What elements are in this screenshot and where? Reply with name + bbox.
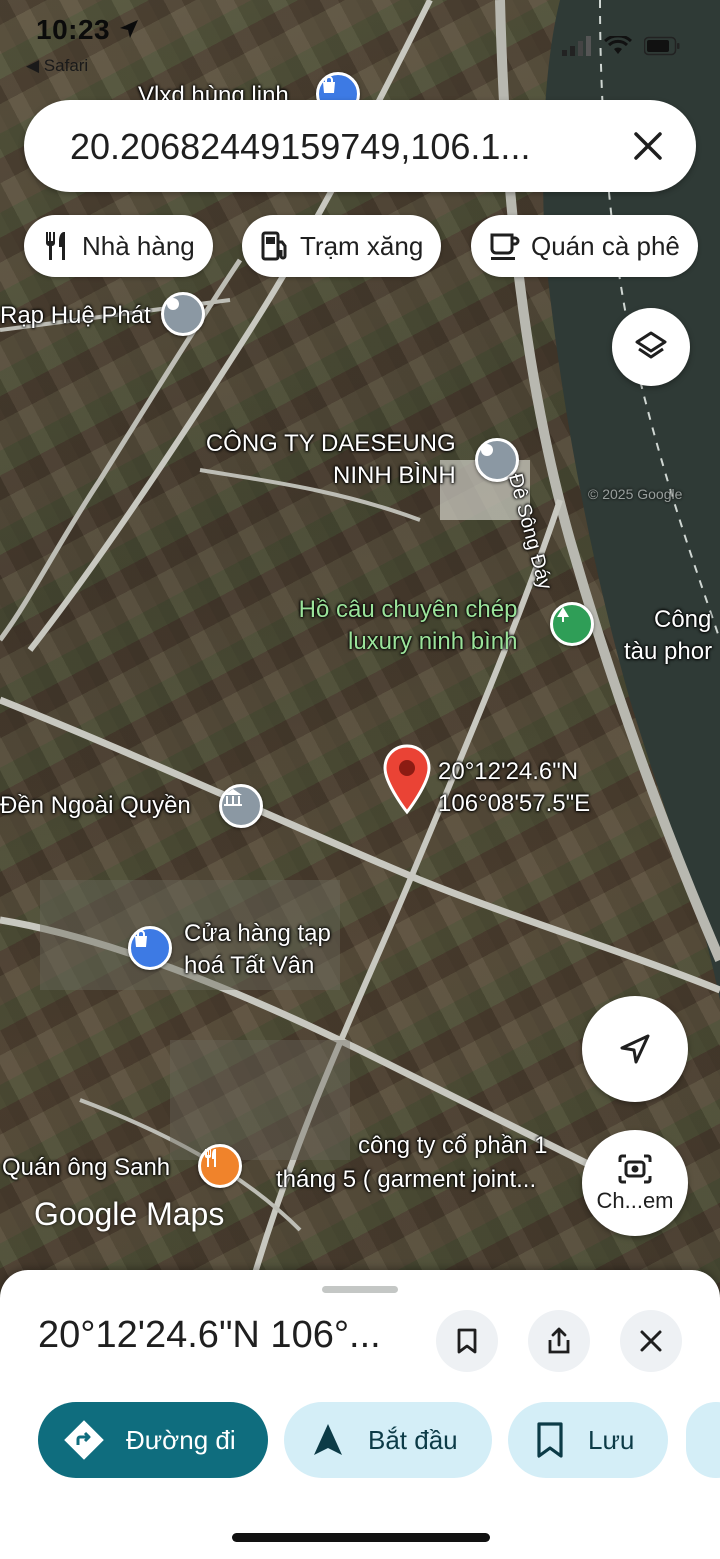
fork-knife-icon xyxy=(46,232,65,260)
cellular-signal-icon xyxy=(562,36,591,56)
temple-icon[interactable] xyxy=(219,784,263,828)
tree-icon[interactable] xyxy=(550,602,594,646)
chip-label: Nhà hàng xyxy=(82,230,195,261)
chip-gas-stations[interactable]: Trạm xăng xyxy=(242,215,442,277)
my-location-button[interactable] xyxy=(582,996,688,1102)
place-bottom-sheet[interactable]: 20°12'24.6"N 106°... Đường đi Bắt đầu Lư… xyxy=(0,1270,720,1559)
layers-icon xyxy=(635,331,667,359)
restaurant-icon[interactable] xyxy=(198,1144,242,1188)
lens-label: Ch...em xyxy=(596,1188,674,1213)
map-watermark: © 2025 Google xyxy=(588,486,683,502)
map-label-cong[interactable]: Công tàu phor xyxy=(624,604,712,668)
map-label-hocau-line2: luxury ninh bình xyxy=(348,628,518,655)
shopping-bag-icon[interactable] xyxy=(128,926,172,970)
location-arrow-icon xyxy=(120,20,138,38)
status-icons xyxy=(562,36,680,56)
map-label-hocau[interactable]: Hồ câu chuyên chép luxury ninh bình xyxy=(290,594,518,658)
maps-wordmark: Maps xyxy=(146,1196,225,1232)
start-button[interactable]: Bắt đầu xyxy=(284,1402,492,1478)
wifi-icon xyxy=(604,36,632,54)
map-label-hocau-line1: Hồ câu chuyên chép xyxy=(298,596,518,623)
back-label: Safari xyxy=(43,56,89,75)
dropped-pin-icon[interactable] xyxy=(382,744,432,816)
location-arrow-icon xyxy=(620,1034,650,1064)
share-icon xyxy=(548,1327,570,1354)
sheet-drag-handle[interactable] xyxy=(322,1286,398,1293)
chip-coffee[interactable]: Quán cà phê xyxy=(471,215,698,277)
pin-latitude: 20°12'24.6"N xyxy=(438,758,579,785)
map-label-daeseung-line1: CÔNG TY DAESEUNG xyxy=(205,430,456,457)
status-bar: 10:23 ◀ Safari xyxy=(0,0,720,90)
map-label-congty[interactable]: công ty cổ phần 1 xyxy=(358,1130,547,1162)
lens-button[interactable]: Ch...em xyxy=(582,1130,688,1236)
close-icon[interactable] xyxy=(630,128,666,164)
more-actions-button[interactable] xyxy=(686,1402,720,1478)
save-label: Lưu xyxy=(588,1424,635,1455)
gas-station-icon xyxy=(261,231,287,261)
pin-longitude: 106°08'57.5"E xyxy=(438,790,591,817)
sheet-title: 20°12'24.6"N 106°... xyxy=(38,1314,381,1356)
chip-label: Quán cà phê xyxy=(531,230,680,261)
map-label-cong-line2: tàu phor xyxy=(624,638,713,665)
map-label-congty-line2: tháng 5 ( garment joint... xyxy=(276,1166,537,1193)
status-time: 10:23 xyxy=(36,14,111,45)
save-bookmark-button[interactable] xyxy=(436,1310,498,1372)
map-label-cong-line1: Công xyxy=(654,606,712,633)
map-label-congty-line1: công ty cổ phần 1 xyxy=(358,1132,548,1159)
map-label-rap[interactable]: Rạp Huệ Phát xyxy=(0,300,151,332)
start-label: Bắt đầu xyxy=(368,1424,458,1455)
navigation-arrow-icon xyxy=(314,1424,342,1455)
home-indicator[interactable] xyxy=(232,1533,490,1542)
directions-label: Đường đi xyxy=(126,1424,236,1455)
close-icon xyxy=(640,1330,662,1352)
search-bar[interactable]: 20.20682449159749,106.1... xyxy=(24,100,696,192)
camera-lens-icon xyxy=(618,1154,652,1184)
map-label-daeseung[interactable]: CÔNG TY DAESEUNG NINH BÌNH xyxy=(200,428,456,492)
google-maps-logo: Google Maps xyxy=(34,1196,224,1233)
directions-icon xyxy=(64,1420,104,1460)
map-label-cuahang-line1: Cửa hàng tạp xyxy=(184,920,331,947)
map-label-cuahang-line2: hoá Tất Vân xyxy=(184,952,315,979)
battery-icon xyxy=(644,36,680,56)
place-pin-icon[interactable] xyxy=(161,292,205,336)
map-label-pin-coords: 20°12'24.6"N 106°08'57.5"E xyxy=(438,756,590,820)
bookmark-icon xyxy=(457,1328,477,1354)
coffee-cup-icon xyxy=(490,233,520,260)
share-button[interactable] xyxy=(528,1310,590,1372)
search-query[interactable]: 20.20682449159749,106.1... xyxy=(70,126,530,168)
chip-restaurants[interactable]: Nhà hàng xyxy=(24,215,213,277)
chip-label: Trạm xăng xyxy=(300,230,424,261)
bookmark-icon xyxy=(537,1422,563,1458)
map-label-quan[interactable]: Quán ông Sanh xyxy=(2,1152,170,1184)
map-label-cuahang[interactable]: Cửa hàng tạp hoá Tất Vân xyxy=(184,918,331,982)
close-sheet-button[interactable] xyxy=(620,1310,682,1372)
back-to-safari-link[interactable]: ◀ Safari xyxy=(26,56,88,76)
map-label-den[interactable]: Đền Ngoài Quyền xyxy=(0,790,191,822)
layers-button[interactable] xyxy=(612,308,690,386)
google-wordmark: Google xyxy=(34,1196,138,1232)
directions-button[interactable]: Đường đi xyxy=(38,1402,268,1478)
map-label-daeseung-line2: NINH BÌNH xyxy=(333,462,456,489)
save-button[interactable]: Lưu xyxy=(508,1402,668,1478)
